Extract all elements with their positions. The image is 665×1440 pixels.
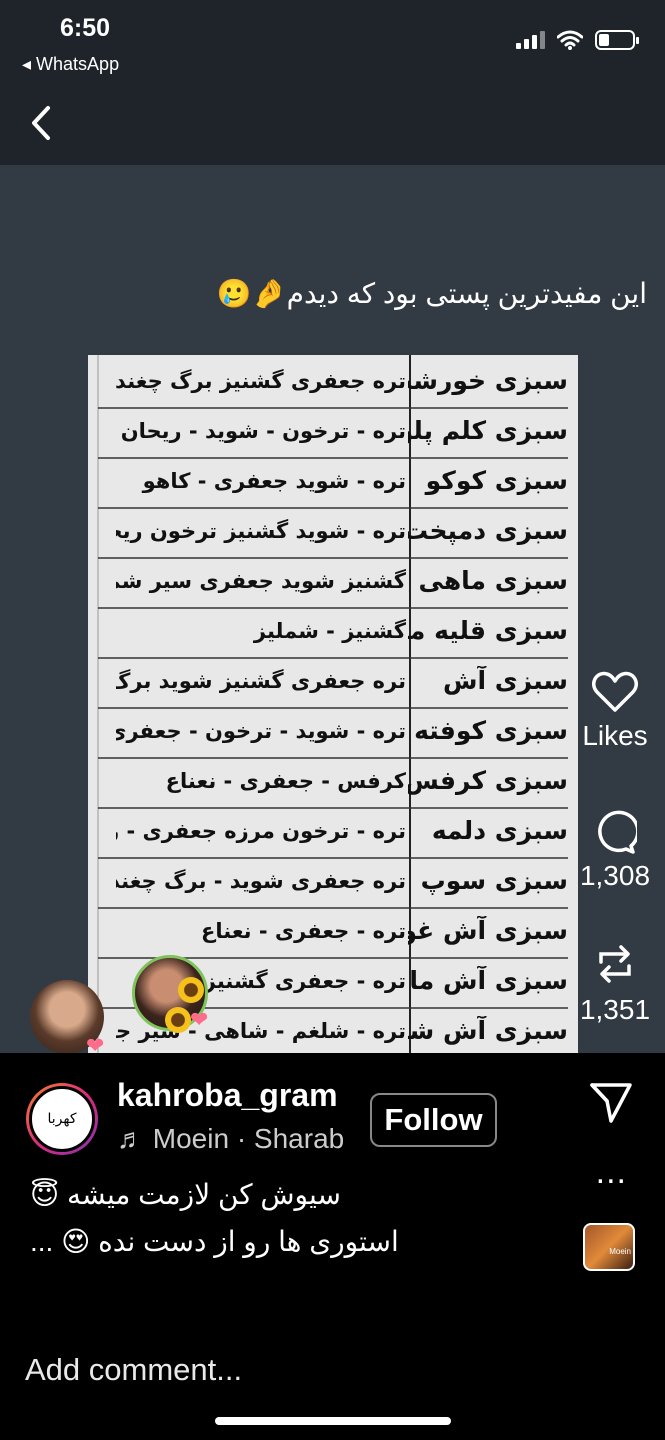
herb-list-row: سبزی قلیه ماهیگشنیز - شملیز	[88, 610, 578, 660]
herb-list-row: سبزی دلمه تره - ترخون مرزه جعفری - ریحان	[88, 810, 578, 860]
herb-mix-ingredients: تره - ترخون - شوید - ریحان	[120, 419, 406, 443]
herb-mix-name: سبزی آش غوره	[408, 916, 568, 945]
sunflower-sticker-icon	[165, 1007, 191, 1033]
herb-mix-ingredients: تره جعفری گشنیز برگ چغندر شملیز	[116, 369, 406, 393]
wifi-icon	[557, 30, 583, 50]
post-footer: کهربا kahroba_gram ♬ Moein · Sharab Foll…	[0, 1053, 665, 1440]
herb-mix-name: سبزی کوکو	[425, 466, 568, 495]
profile-avatar-logo: کهربا	[29, 1086, 95, 1152]
like-label: Likes	[582, 720, 648, 751]
herb-mix-ingredients: تره جعفری شوید - برگ چغندر	[116, 869, 406, 893]
status-icons	[516, 30, 639, 50]
repost-count: 1,351	[579, 994, 651, 1025]
herb-list-row: سبزی کوکو تره - شوید جعفری - کاهو	[88, 460, 578, 510]
herb-mix-ingredients: تره - ترخون مرزه جعفری - ریحان	[116, 819, 406, 843]
herb-mix-ingredients: تره - شوید - ترخون - جعفری	[116, 719, 406, 743]
follow-button[interactable]: Follow	[370, 1093, 497, 1147]
comment-action[interactable]: 1,308	[565, 810, 665, 892]
username[interactable]: kahroba_gram	[117, 1077, 338, 1114]
heart-sticker-icon: ❤	[86, 1033, 105, 1053]
herb-mix-ingredients: گشنیز - شملیز	[253, 619, 406, 643]
chevron-left-icon[interactable]	[22, 98, 62, 148]
comment-input[interactable]	[25, 1348, 625, 1392]
more-options-icon[interactable]: ...	[596, 1153, 627, 1192]
battery-level	[599, 34, 609, 46]
music-label[interactable]: ♬ Moein · Sharab	[117, 1123, 344, 1155]
send-icon[interactable]	[589, 1081, 633, 1125]
clock: 6:50	[60, 14, 111, 42]
music-thumbnail[interactable]: Moein	[583, 1223, 635, 1271]
caption-line-2[interactable]: استوری ها رو از دست نده 😍 ...	[30, 1225, 399, 1258]
herb-list-row: سبزی دمپختتره - شوید گشنیز ترخون ریحان	[88, 510, 578, 560]
herb-list-row: سبزی آش تره جعفری گشنیز شوید برگ چغندر	[88, 660, 578, 710]
herb-list-row: سبزی ماهی پلوگشنیز شوید جعفری سیر شملیز	[88, 560, 578, 610]
herb-mix-ingredients: تره جعفری گشنیز شوید برگ چغندر	[116, 669, 406, 693]
herb-mix-ingredients: گشنیز شوید جعفری سیر شملیز	[116, 569, 406, 593]
herb-mix-name: سبزی کوفته	[414, 716, 568, 745]
herb-mix-name: سبزی قلیه ماهی	[408, 616, 568, 645]
herb-mix-name: سبزی سوپ	[420, 866, 568, 895]
herb-mix-name: سبزی خورشت	[408, 366, 568, 395]
cellular-signal-icon	[516, 31, 545, 49]
profile-avatar[interactable]: کهربا	[26, 1083, 98, 1155]
herb-list-row: سبزی کلم پلو تره - ترخون - شوید - ریحان	[88, 410, 578, 460]
music-thumb-label: Moein	[609, 1247, 631, 1256]
herb-mix-name: سبزی آش شلغم	[408, 1016, 568, 1045]
back-to-whatsapp-link[interactable]: ◂ WhatsApp	[22, 54, 119, 75]
herb-mix-name: سبزی آش ماست	[408, 966, 568, 995]
herb-list-row: سبزی کوفته تره - شوید - ترخون - جعفری	[88, 710, 578, 760]
herb-mix-ingredients: تره - جعفری - نعناع	[201, 919, 406, 943]
herb-mix-name: سبزی کرفس	[408, 766, 568, 795]
herb-list-row: سبزی آش غورهتره - جعفری - نعناع	[88, 910, 578, 960]
herb-mix-name: سبزی دلمه	[431, 816, 568, 845]
herb-list-row: سبزی کرفس کرفس - جعفری - نعناع	[88, 760, 578, 810]
story-content[interactable]: این مفیدترین پستی بود که دیدم🤌🥲 سبزی خور…	[0, 165, 665, 1053]
comment-count: 1,308	[579, 860, 651, 891]
herb-mix-ingredients: کرفس - جعفری - نعناع	[165, 769, 406, 793]
herb-list-row: سبزی سوپ تره جعفری شوید - برگ چغندر	[88, 860, 578, 910]
herb-mix-name: سبزی ماهی پلو	[408, 566, 568, 595]
herb-mix-ingredients: تره - شوید جعفری - کاهو	[142, 469, 406, 493]
comment-icon[interactable]	[593, 810, 637, 854]
home-indicator	[215, 1417, 451, 1425]
repost-action[interactable]: 1,351	[565, 940, 665, 1026]
herb-mix-name: سبزی دمپخت	[408, 516, 568, 545]
herb-mix-name: سبزی آش	[442, 666, 568, 695]
sunflower-sticker-icon	[178, 977, 204, 1003]
heart-sticker-icon: ❤	[190, 1007, 209, 1032]
status-bar: 6:50 ◂ WhatsApp	[0, 0, 665, 80]
herb-list-image: سبزی خورشتتره جعفری گشنیز برگ چغندر شملی…	[88, 355, 578, 1053]
like-action[interactable]: Likes	[565, 670, 665, 752]
story-caption: این مفیدترین پستی بود که دیدم🤌🥲	[216, 278, 647, 309]
herb-list-row: سبزی خورشتتره جعفری گشنیز برگ چغندر شملی…	[88, 360, 578, 410]
herb-mix-ingredients: تره - شوید گشنیز ترخون ریحان	[116, 519, 406, 543]
herb-mix-name: سبزی کلم پلو	[408, 416, 568, 445]
caption-line-1: سیوش کن لازمت میشه 😇	[30, 1179, 341, 1210]
battery-icon	[595, 30, 639, 50]
repost-icon[interactable]	[593, 940, 637, 988]
nav-bar	[0, 80, 665, 165]
heart-icon[interactable]	[591, 670, 639, 714]
